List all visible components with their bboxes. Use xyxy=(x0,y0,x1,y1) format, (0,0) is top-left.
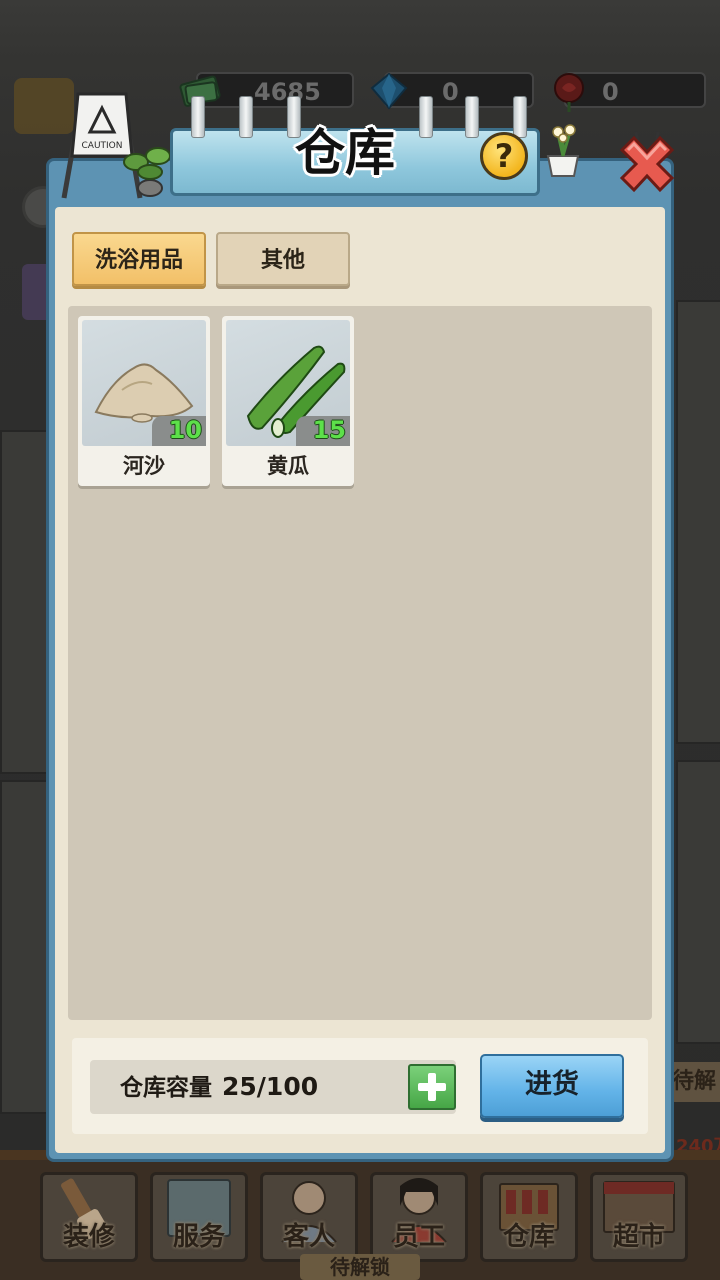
background-wall xyxy=(676,760,720,1044)
nav-tab-label: 超市 xyxy=(612,1222,665,1252)
nav-tab-label: 服务 xyxy=(172,1222,225,1252)
nav-tab-service[interactable]: 服务 xyxy=(150,1172,248,1262)
svg-text:CAUTION: CAUTION xyxy=(82,141,123,151)
cash-counter: 4685 xyxy=(179,72,354,108)
background-wall xyxy=(0,780,52,1114)
item-quantity: 15 xyxy=(312,416,346,444)
plus-icon xyxy=(418,1083,446,1091)
item-name: 河沙 xyxy=(123,454,165,478)
expand-capacity-button[interactable] xyxy=(408,1064,456,1110)
rose-icon xyxy=(554,73,584,112)
dialog-title: 仓库 xyxy=(295,124,395,182)
banner-clip xyxy=(465,96,479,138)
nav-tab-label: 装修 xyxy=(62,1222,115,1252)
rose-value: 0 xyxy=(602,78,619,106)
nav-tab-label: 客人 xyxy=(282,1222,335,1252)
capacity-value: 25/100 xyxy=(222,1072,319,1101)
banner-clip xyxy=(191,96,205,138)
restock-button[interactable]: 进货 xyxy=(480,1054,624,1118)
gem-value: 0 xyxy=(442,78,459,106)
nav-tab-decorate[interactable]: 装修 xyxy=(40,1172,138,1262)
side-locked-label: 待解 xyxy=(672,1062,720,1102)
help-button[interactable]: ? xyxy=(480,132,528,180)
locked-label: 待解锁 xyxy=(300,1254,420,1280)
nav-tab-supermarket[interactable]: 超市 xyxy=(590,1172,688,1262)
close-icon[interactable] xyxy=(612,130,682,200)
flower-pot-icon xyxy=(546,124,580,177)
nav-tab-warehouse[interactable]: 仓库 xyxy=(480,1172,578,1262)
item-card-sand[interactable]: 10 河沙 xyxy=(78,316,210,486)
banner-clip xyxy=(513,96,527,138)
capacity-display: 仓库容量 25/100 xyxy=(120,1060,318,1114)
background-wall xyxy=(0,430,52,774)
nav-tab-staff[interactable]: 员工 xyxy=(370,1172,468,1262)
gem-counter: 0 xyxy=(370,72,534,110)
item-card-cucumber[interactable]: 15 黄瓜 xyxy=(222,316,354,486)
item-name: 黄瓜 xyxy=(267,454,309,478)
background-wall xyxy=(676,300,720,744)
tab-other[interactable]: 其他 xyxy=(216,232,350,286)
nav-tab-label: 员工 xyxy=(392,1222,445,1252)
capacity-label: 仓库容量 xyxy=(120,1075,212,1101)
nav-tab-label: 仓库 xyxy=(502,1222,555,1252)
nav-tab-guests[interactable]: 客人 xyxy=(260,1172,358,1262)
rose-counter: 0 xyxy=(554,72,706,112)
diamond-icon xyxy=(370,72,408,110)
tab-toiletries[interactable]: 洗浴用品 xyxy=(72,232,206,286)
item-quantity: 10 xyxy=(168,416,202,444)
